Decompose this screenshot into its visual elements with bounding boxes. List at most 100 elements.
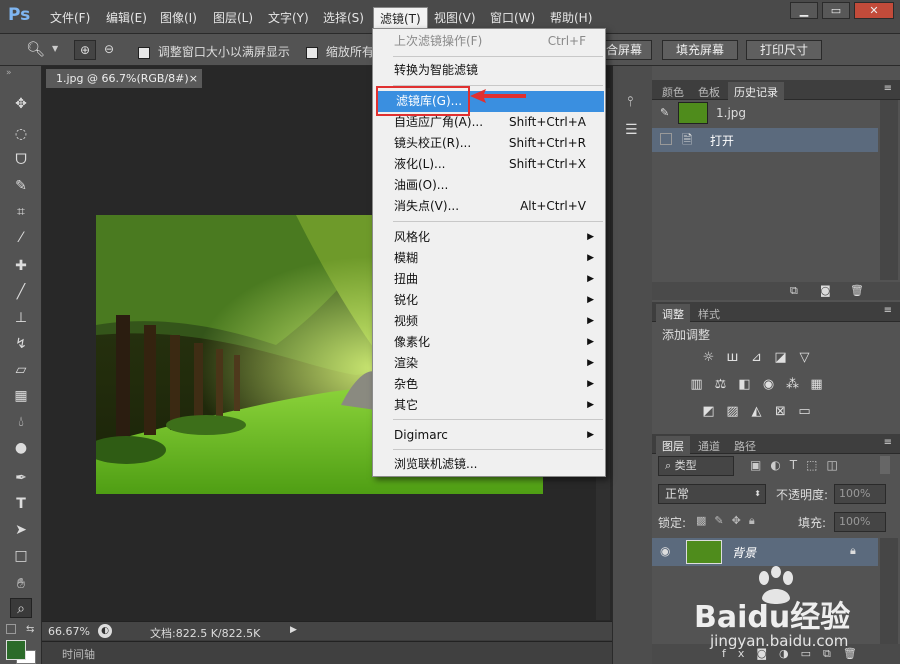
menu-other[interactable]: 其它 ▶ (374, 395, 604, 416)
gradient-tool-icon[interactable]: ▦ (10, 386, 32, 406)
collapse-icon[interactable]: » (6, 68, 12, 78)
history-state-open[interactable]: 🗎︎ 打开 (652, 128, 878, 152)
marquee-tool-icon[interactable]: ◌ (10, 124, 32, 144)
tab-swatches[interactable]: 色板 (692, 82, 726, 100)
exposure-icon[interactable]: ◪ (772, 350, 789, 365)
trash-icon[interactable]: 🗑︎ (850, 284, 864, 297)
brightness-icon[interactable]: ☼ (700, 350, 717, 365)
opacity-input[interactable]: 100% (834, 484, 886, 504)
posterize-icon[interactable]: ▨ (724, 404, 741, 419)
brush-tool-icon[interactable]: ╱ (10, 282, 32, 302)
panel-menu-icon[interactable]: ≡ (884, 305, 892, 316)
status-info-icon[interactable]: ◐ (98, 624, 112, 638)
tab-channels[interactable]: 通道 (692, 436, 726, 454)
layer-kind-filter[interactable]: ⌕ 类型 (658, 456, 734, 476)
menu-video[interactable]: 视频 ▶ (374, 311, 604, 332)
tab-paths[interactable]: 路径 (728, 436, 762, 454)
blend-mode-select[interactable]: 正常 ⬍ (658, 484, 766, 504)
menu-digimarc[interactable]: Digimarc ▶ (374, 425, 604, 446)
status-menu-arrow-icon[interactable]: ▶ (290, 625, 297, 635)
menu-liquify[interactable]: 液化(L)... Shift+Ctrl+X (374, 154, 604, 175)
menu-convert-smart-filter[interactable]: 转换为智能滤镜 (374, 60, 604, 81)
gradient-map-icon[interactable]: ▭ (796, 404, 813, 419)
hand-tool-icon[interactable]: ✋︎ (10, 574, 32, 594)
threshold-icon[interactable]: ◭ (748, 404, 765, 419)
brush-preset-icon[interactable]: ⫯ (627, 94, 633, 110)
tab-adjustments[interactable]: 调整 (656, 304, 690, 322)
maximize-button[interactable]: ▭ (822, 2, 850, 19)
fill-input[interactable]: 100% (834, 512, 886, 532)
color-balance-icon[interactable]: ⚖ (712, 377, 729, 392)
lasso-tool-icon[interactable]: ᗜ (10, 150, 32, 170)
healing-brush-tool-icon[interactable]: ✚ (10, 256, 32, 276)
menu-file[interactable]: 文件(F) (50, 9, 90, 26)
menu-lens-correction[interactable]: 镜头校正(R)... Shift+Ctrl+R (374, 133, 604, 154)
new-snapshot-icon[interactable]: ⧉ (790, 284, 798, 298)
menu-select[interactable]: 选择(S) (323, 9, 364, 26)
eyedropper-tool-icon[interactable]: ⁄ (10, 228, 32, 248)
menu-oil-paint[interactable]: 油画(O)... (374, 175, 604, 196)
quick-select-tool-icon[interactable]: ✎ (10, 176, 32, 196)
photo-filter-icon[interactable]: ◉ (760, 377, 777, 392)
zoom-tool-icon[interactable]: ⌕ (10, 598, 32, 618)
menu-browse-filters-online[interactable]: 浏览联机滤镜... (374, 454, 604, 475)
close-tab-icon[interactable]: × (189, 69, 198, 88)
default-colors-icon[interactable] (6, 624, 16, 634)
invert-icon[interactable]: ◩ (700, 404, 717, 419)
menu-edit[interactable]: 编辑(E) (106, 9, 147, 26)
lock-icons[interactable]: ▩✎✥🔒︎ (696, 514, 763, 528)
crop-tool-icon[interactable]: ⌗ (10, 202, 32, 222)
hue-saturation-icon[interactable]: ▥ (688, 377, 705, 392)
history-scrollbar[interactable] (880, 100, 898, 280)
close-button[interactable]: ✕ (854, 2, 894, 19)
fill-screen-button[interactable]: 填充屏幕 (662, 40, 738, 60)
history-state-checkbox[interactable] (660, 133, 672, 145)
timeline-label[interactable]: 时间轴 (62, 646, 95, 662)
curves-icon[interactable]: ⊿ (748, 350, 765, 365)
brush-panel-icon[interactable]: ☰ (625, 122, 638, 138)
pen-tool-icon[interactable]: ✒ (10, 468, 32, 488)
tab-layers[interactable]: 图层 (656, 436, 690, 454)
rectangle-tool-icon[interactable]: □ (10, 546, 32, 566)
print-size-button[interactable]: 打印尺寸 (746, 40, 822, 60)
tab-styles[interactable]: 样式 (692, 304, 726, 322)
layer-filter-icons[interactable]: ▣◐T⬚◫ (750, 458, 847, 472)
menu-blur[interactable]: 模糊 ▶ (374, 248, 604, 269)
black-white-icon[interactable]: ◧ (736, 377, 753, 392)
menu-vanishing-point[interactable]: 消失点(V)... Alt+Ctrl+V (374, 196, 604, 217)
camera-icon[interactable]: ◙ (820, 284, 831, 297)
zoom-level[interactable]: 66.67% (48, 625, 90, 638)
layer-row-background[interactable]: ◉ 背景 🔒︎ (652, 538, 878, 566)
foreground-color-swatch[interactable] (6, 640, 26, 660)
menu-pixelate[interactable]: 像素化 ▶ (374, 332, 604, 353)
type-tool-icon[interactable]: T (10, 494, 32, 514)
zoom-in-icon[interactable]: ⊕ (74, 40, 96, 60)
zoom-all-checkbox[interactable]: 缩放所有 (306, 43, 374, 60)
color-lookup-icon[interactable]: ▦ (808, 377, 825, 392)
menu-stylize[interactable]: 风格化 ▶ (374, 227, 604, 248)
checkbox-box[interactable] (306, 46, 318, 59)
selective-color-icon[interactable]: ⊠ (772, 404, 789, 419)
tab-history[interactable]: 历史记录 (728, 82, 784, 100)
swap-colors-icon[interactable]: ⇆ (26, 624, 34, 635)
path-select-tool-icon[interactable]: ➤ (10, 520, 32, 540)
move-tool-icon[interactable]: ✥ (10, 94, 32, 114)
tool-preset-arrow-icon[interactable]: ▼ (52, 44, 58, 53)
blur-tool-icon[interactable]: 💧︎ (10, 412, 32, 432)
channel-mixer-icon[interactable]: ⁂ (784, 377, 801, 392)
document-tab[interactable]: 1.jpg @ 66.7%(RGB/8#) × (46, 69, 202, 88)
panel-menu-icon[interactable]: ≡ (884, 83, 892, 94)
menu-view[interactable]: 视图(V) (434, 9, 476, 26)
vibrance-icon[interactable]: ▽ (796, 350, 813, 365)
eraser-tool-icon[interactable]: ▱ (10, 360, 32, 380)
menu-help[interactable]: 帮助(H) (550, 9, 592, 26)
levels-icon[interactable]: ш (724, 350, 741, 365)
eye-icon[interactable]: ◉ (660, 544, 670, 558)
clone-stamp-tool-icon[interactable]: ⊥ (10, 308, 32, 328)
menu-render[interactable]: 渲染 ▶ (374, 353, 604, 374)
menu-distort[interactable]: 扭曲 ▶ (374, 269, 604, 290)
menu-window[interactable]: 窗口(W) (490, 9, 535, 26)
menu-type[interactable]: 文字(Y) (268, 9, 309, 26)
layer-name[interactable]: 背景 (732, 544, 756, 561)
zoom-tool-icon[interactable]: 🔍︎ (26, 40, 45, 58)
